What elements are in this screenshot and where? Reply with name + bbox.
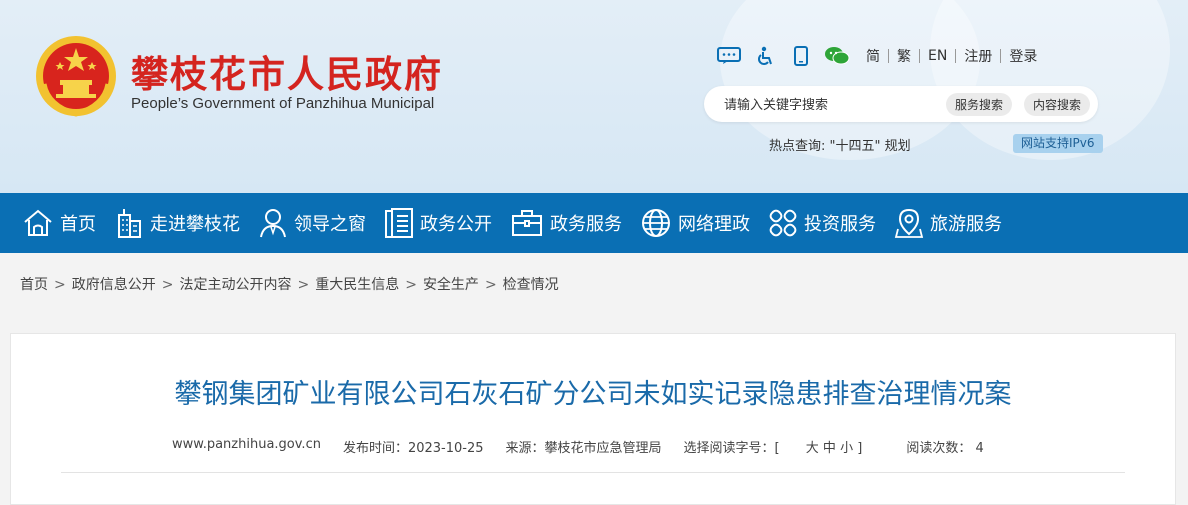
breadcrumb-link[interactable]: 政府信息公开 — [72, 277, 156, 293]
font-size-selector: 选择阅读字号：[ 大 中 小 ] — [684, 437, 885, 456]
nav-item-online-governance[interactable]: 网络理政 — [640, 193, 750, 253]
national-emblem-logo[interactable] — [34, 34, 118, 118]
home-icon — [24, 209, 52, 236]
breadcrumb-link[interactable]: 法定主动公开内容 — [179, 277, 291, 293]
breadcrumb: 首页 > 政府信息公开 > 法定主动公开内容 > 重大民生信息 > 安全生产 > 检查情况 — [20, 274, 559, 294]
hot-query-link[interactable]: "十四五" 规划 — [830, 139, 911, 154]
nav-item-investment[interactable]: 投资服务 — [768, 193, 876, 253]
site-subtitle: People’s Government of Panzhihua Municip… — [131, 95, 435, 112]
nav-item-leaders[interactable]: 领导之窗 — [258, 193, 366, 253]
divider — [61, 472, 1125, 473]
content-search-button[interactable]: 内容搜索 — [1024, 93, 1091, 116]
breadcrumb-link[interactable]: 检查情况 — [503, 277, 559, 293]
hot-query: 热点查询: "十四五" 规划 — [769, 135, 911, 154]
font-size-label: 选择阅读字号：[ — [683, 441, 780, 456]
top-toolbar: 简 繁 EN 注册 登录 — [714, 44, 1045, 68]
invest-icon — [769, 209, 797, 237]
nav-item-about-city[interactable]: 走进攀枝花 — [114, 193, 240, 253]
article-panel: 攀钢集团矿业有限公司石灰石矿分公司未如实记录隐患排查治理情况案 www.panz… — [10, 333, 1176, 505]
font-size-bracket: ] — [857, 441, 863, 456]
article-title: 攀钢集团矿业有限公司石灰石矿分公司未如实记录隐患排查治理情况案 — [174, 379, 1012, 410]
nav-item-home[interactable]: 首页 — [22, 193, 96, 253]
document-icon — [385, 208, 413, 238]
nav-label: 首页 — [60, 214, 96, 235]
lang-english-link[interactable]: EN — [920, 48, 955, 64]
briefcase-icon — [512, 210, 542, 236]
breadcrumb-separator: > — [405, 277, 417, 293]
city-icon — [118, 209, 141, 238]
lang-traditional-link[interactable]: 繁 — [889, 46, 919, 66]
font-size-small[interactable]: 小 — [840, 441, 853, 456]
breadcrumb-link[interactable]: 安全生产 — [423, 277, 479, 293]
nav-item-tourism[interactable]: 旅游服务 — [894, 193, 1002, 253]
breadcrumb-link[interactable]: 首页 — [20, 277, 48, 293]
nav-label: 政务服务 — [550, 214, 622, 235]
person-icon — [260, 209, 286, 238]
article-source: 来源：攀枝花市应急管理局 — [505, 441, 662, 456]
mobile-icon[interactable] — [786, 45, 816, 67]
login-link[interactable]: 登录 — [1001, 46, 1045, 66]
breadcrumb-link[interactable]: 重大民生信息 — [315, 277, 399, 293]
nav-label: 网络理政 — [678, 214, 750, 235]
nav-label: 政务公开 — [420, 214, 492, 235]
message-icon[interactable] — [714, 45, 744, 67]
nav-label: 走进攀枝花 — [150, 214, 240, 235]
hot-query-label: 热点查询: — [769, 139, 826, 154]
wechat-icon[interactable] — [822, 45, 852, 67]
nav-item-gov-open[interactable]: 政务公开 — [384, 193, 492, 253]
font-size-medium[interactable]: 中 — [823, 441, 836, 456]
breadcrumb-separator: > — [54, 277, 66, 293]
location-icon — [894, 208, 924, 238]
breadcrumb-separator: > — [297, 277, 310, 293]
publish-date: 发布时间：2023-10-25 — [342, 441, 484, 456]
nav-label: 领导之窗 — [294, 214, 366, 235]
service-search-button[interactable]: 服务搜索 — [946, 93, 1013, 116]
font-size-large[interactable]: 大 — [806, 441, 819, 456]
main-nav: 首页 走进攀枝花 领导之窗 政务公开 政务服务 网络理政 投资服务 旅游服务 — [0, 193, 1188, 253]
nav-item-gov-service[interactable]: 政务服务 — [510, 193, 622, 253]
accessibility-icon[interactable] — [750, 45, 780, 67]
breadcrumb-separator: > — [161, 277, 174, 293]
register-link[interactable]: 注册 — [956, 46, 1000, 66]
nav-label: 投资服务 — [804, 214, 876, 235]
globe-icon — [642, 209, 670, 237]
article-meta: www.panzhihua.gov.cn 发布时间：2023-10-25 来源：… — [172, 437, 1006, 456]
search-box: 服务搜索 内容搜索 — [704, 86, 1098, 122]
site-url: www.panzhihua.gov.cn — [172, 437, 321, 452]
search-input[interactable] — [722, 94, 936, 116]
view-count: 阅读次数： 4 — [906, 441, 984, 456]
lang-simplified-link[interactable]: 简 — [858, 46, 888, 66]
breadcrumb-separator: > — [484, 277, 497, 293]
ipv6-badge: 网站支持IPv6 — [1013, 134, 1103, 153]
header: 攀枝花市人民政府 People’s Government of Panzhihu… — [0, 0, 1188, 193]
site-title: 攀枝花市人民政府 — [131, 52, 443, 96]
nav-label: 旅游服务 — [930, 214, 1002, 235]
